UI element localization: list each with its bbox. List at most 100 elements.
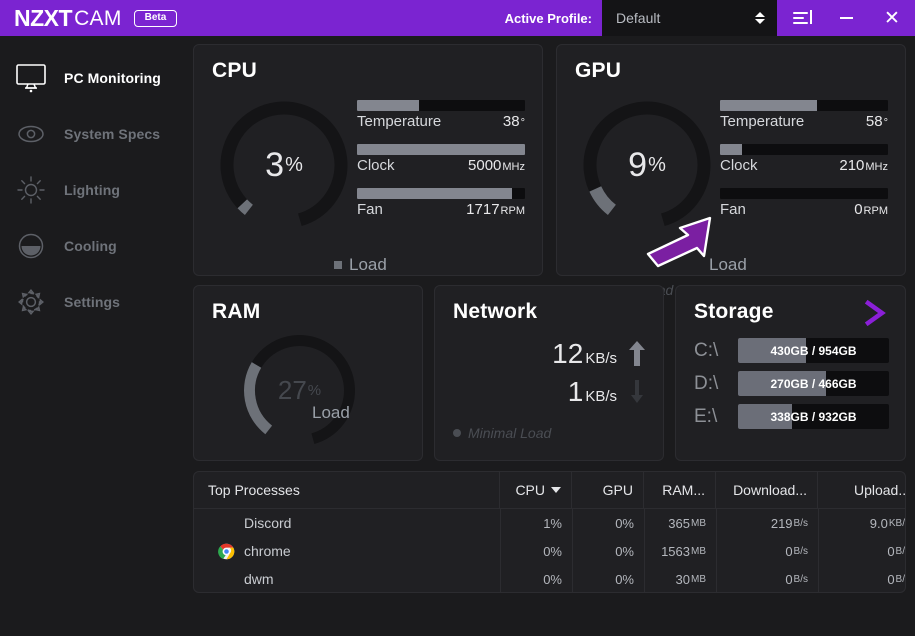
table-header-row: Top Processes CPU GPU RAM... Download...… <box>194 472 905 509</box>
table-header-top-processes[interactable]: Top Processes <box>194 472 500 508</box>
drive-usage-bar: 338GB / 932GB <box>738 404 889 429</box>
network-status: Minimal Load <box>453 425 551 441</box>
cpu-temperature-label: Temperature <box>357 113 441 130</box>
sidebar-item-label: PC Monitoring <box>64 70 161 86</box>
table-header-cpu[interactable]: CPU <box>500 472 572 508</box>
storage-card[interactable]: Storage C:\ 430GB / 954GB D:\ 270GB / 46… <box>675 285 906 461</box>
close-button[interactable]: ✕ <box>869 0 915 36</box>
table-row[interactable]: Discord 1% 0% 365MB 219B/s 9.0KB/s <box>194 509 905 537</box>
sidebar-item-label: Settings <box>64 294 120 310</box>
network-rates: 12KB/s 1KB/s <box>552 338 645 414</box>
column-divider <box>716 509 717 592</box>
cpu-load-legend: Load <box>334 255 387 275</box>
gpu-metrics: Temperature 58° Clock 210MHz Fan 0RPM <box>720 100 888 232</box>
status-dot-icon <box>453 429 461 437</box>
top-processes-table: Top Processes CPU GPU RAM... Download...… <box>193 471 906 593</box>
drive-letter: C:\ <box>694 340 726 362</box>
drive-letter: E:\ <box>694 406 726 428</box>
ram-card-title: RAM <box>212 300 260 324</box>
network-card[interactable]: Network 12KB/s 1KB/s Minimal Load <box>434 285 664 461</box>
gpu-metric-temperature: Temperature 58° <box>720 100 888 130</box>
cpu-fan-bar-fill <box>357 188 512 199</box>
process-upload-cell: 0B/s <box>818 565 906 593</box>
network-download-value: 1KB/s <box>568 376 617 408</box>
table-header-ram[interactable]: RAM... <box>644 472 716 508</box>
gear-icon <box>14 285 48 319</box>
gpu-load-gauge: 9% <box>577 95 717 235</box>
process-download-cell: 0B/s <box>716 565 818 593</box>
storage-drive-row[interactable]: E:\ 338GB / 932GB <box>694 404 889 429</box>
sidebar-item-lighting[interactable]: Lighting <box>0 162 190 218</box>
sidebar-item-pc-monitoring[interactable]: PC Monitoring <box>0 50 190 106</box>
storage-drive-row[interactable]: C:\ 430GB / 954GB <box>694 338 889 363</box>
gpu-card-title: GPU <box>575 59 621 83</box>
cpu-load-gauge: 3% <box>214 95 354 235</box>
chevron-right-icon[interactable] <box>863 298 889 328</box>
ram-load-gauge: 27% <box>237 328 362 453</box>
sidebar-item-system-specs[interactable]: System Specs <box>0 106 190 162</box>
gpu-clock-value: 210MHz <box>839 157 888 174</box>
table-header-download[interactable]: Download... <box>716 472 818 508</box>
gpu-percent-symbol: % <box>648 154 666 177</box>
active-profile-select[interactable]: Default <box>602 0 777 36</box>
gpu-metric-clock: Clock 210MHz <box>720 144 888 174</box>
cpu-metric-fan: Fan 1717RPM <box>357 188 525 218</box>
table-header-upload[interactable]: Upload... <box>818 472 906 508</box>
gpu-fan-value: 0RPM <box>854 201 888 218</box>
gpu-fan-bar <box>720 188 888 199</box>
storage-drive-row[interactable]: D:\ 270GB / 466GB <box>694 371 889 396</box>
beta-badge: Beta <box>134 10 178 27</box>
gpu-temperature-bar-fill <box>720 100 817 111</box>
gpu-card[interactable]: GPU 9% Load Minimal Load Temperature 58° <box>556 44 906 276</box>
network-download-row: 1KB/s <box>552 376 645 408</box>
process-name-cell: chrome <box>194 537 500 565</box>
monitor-icon <box>14 61 48 95</box>
eye-icon <box>14 117 48 151</box>
sidebar-item-label: Lighting <box>64 182 120 198</box>
app-logo: NZXT CAM Beta <box>0 7 177 30</box>
minimize-icon <box>840 17 853 19</box>
load-swatch-icon <box>334 261 342 269</box>
ram-percent-symbol: % <box>308 382 321 399</box>
ram-load-number: 27 <box>278 375 307 406</box>
network-status-label: Minimal Load <box>468 425 551 441</box>
table-row[interactable]: dwm 0% 0% 30MB 0B/s 0B/s <box>194 565 905 593</box>
active-profile-label: Active Profile: <box>505 11 592 26</box>
column-divider <box>644 509 645 592</box>
table-row[interactable]: chrome 0% 0% 1563MB 0B/s 0B/s <box>194 537 905 565</box>
gpu-fan-label: Fan <box>720 201 746 218</box>
gpu-load-number: 9 <box>628 146 647 185</box>
cpu-temperature-value: 38° <box>503 113 525 130</box>
gpu-load-value: 9% <box>577 95 717 235</box>
cpu-load-value: 3% <box>214 95 354 235</box>
spinner-arrows-icon[interactable] <box>755 12 765 24</box>
menu-button[interactable] <box>777 0 823 36</box>
ram-card[interactable]: RAM 27% Load <box>193 285 423 461</box>
minimize-button[interactable] <box>823 0 869 36</box>
sun-icon <box>14 173 48 207</box>
sidebar-item-settings[interactable]: Settings <box>0 274 190 330</box>
sidebar-item-cooling[interactable]: Cooling <box>0 218 190 274</box>
column-divider <box>500 509 501 592</box>
cpu-temperature-bar <box>357 100 525 111</box>
drive-usage-text: 270GB / 466GB <box>770 377 856 391</box>
process-name-cell: Discord <box>194 509 500 537</box>
gpu-clock-label: Clock <box>720 157 758 174</box>
process-gpu-cell: 0% <box>572 537 644 565</box>
process-cpu-cell: 0% <box>500 537 572 565</box>
cpu-percent-symbol: % <box>285 154 303 177</box>
cpu-temperature-bar-fill <box>357 100 419 111</box>
process-download-cell: 219B/s <box>716 509 818 537</box>
cpu-fan-value: 1717RPM <box>466 201 525 218</box>
fan-circle-icon <box>14 229 48 263</box>
drive-usage-bar: 430GB / 954GB <box>738 338 889 363</box>
cpu-card[interactable]: CPU 3% Load Minimal Load Temperature 38° <box>193 44 543 276</box>
ram-load-legend: Load <box>312 403 350 423</box>
gpu-clock-bar-fill <box>720 144 742 155</box>
cpu-load-number: 3 <box>265 146 284 185</box>
drive-letter: D:\ <box>694 373 726 395</box>
cpu-metric-clock: Clock 5000MHz <box>357 144 525 174</box>
ram-load-value: 27% <box>237 328 362 453</box>
table-header-gpu[interactable]: GPU <box>572 472 644 508</box>
process-gpu-cell: 0% <box>572 565 644 593</box>
